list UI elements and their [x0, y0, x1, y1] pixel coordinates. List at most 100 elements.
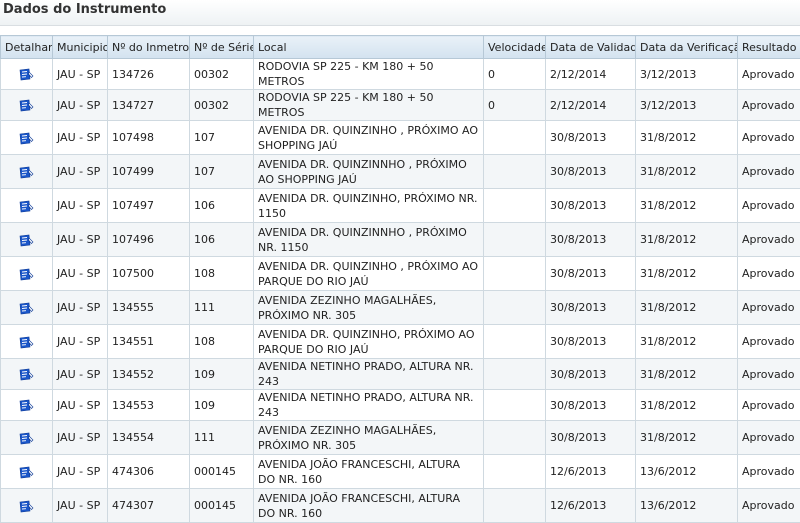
edit-document-icon[interactable] [19, 500, 34, 513]
inmetro-cell: 134727 [108, 90, 190, 121]
column-header-velocidade[interactable]: Velocidade [484, 36, 546, 59]
inmetro-cell: 134555 [108, 291, 190, 325]
resultado-cell: Aprovado [738, 421, 800, 455]
resultado-cell: Aprovado [738, 359, 800, 390]
validade-cell: 30/8/2013 [546, 155, 636, 189]
inmetro-cell: 134552 [108, 359, 190, 390]
serie-cell: 108 [190, 325, 254, 359]
edit-document-icon[interactable] [19, 68, 34, 81]
verificacao-cell: 31/8/2012 [636, 155, 738, 189]
column-header-local[interactable]: Local [254, 36, 484, 59]
validade-cell: 30/8/2013 [546, 121, 636, 155]
column-header-validade[interactable]: Data de Validade [546, 36, 636, 59]
local-cell: AVENIDA DR. QUINZINNHO , PRÓXIMO AO SHOP… [254, 155, 484, 189]
velocidade-cell [484, 291, 546, 325]
detail-cell [1, 421, 53, 455]
table-row: JAU - SP134554111AVENIDA ZEZINHO MAGALHÃ… [1, 421, 800, 455]
municipio-cell: JAU - SP [53, 257, 108, 291]
edit-document-icon[interactable] [19, 336, 34, 349]
inmetro-cell: 474307 [108, 489, 190, 523]
column-header-serie[interactable]: Nº de Série [190, 36, 254, 59]
municipio-cell: JAU - SP [53, 59, 108, 90]
edit-document-icon[interactable] [19, 432, 34, 445]
detail-cell [1, 455, 53, 489]
validade-cell: 2/12/2014 [546, 59, 636, 90]
detail-cell [1, 155, 53, 189]
table-row: JAU - SP134555111AVENIDA ZEZINHO MAGALHÃ… [1, 291, 800, 325]
validade-cell: 30/8/2013 [546, 257, 636, 291]
validade-cell: 12/6/2013 [546, 489, 636, 523]
detail-cell [1, 59, 53, 90]
column-header-detalhar[interactable]: Detalhar [1, 36, 53, 59]
municipio-cell: JAU - SP [53, 291, 108, 325]
edit-document-icon[interactable] [19, 132, 34, 145]
validade-cell: 30/8/2013 [546, 421, 636, 455]
detail-cell [1, 90, 53, 121]
municipio-cell: JAU - SP [53, 390, 108, 421]
verificacao-cell: 13/6/2012 [636, 489, 738, 523]
validade-cell: 30/8/2013 [546, 325, 636, 359]
local-cell: AVENIDA DR. QUINZINHO , PRÓXIMO AO PARQU… [254, 257, 484, 291]
validade-cell: 12/6/2013 [546, 455, 636, 489]
edit-document-icon[interactable] [19, 234, 34, 247]
serie-cell: 111 [190, 291, 254, 325]
column-header-resultado[interactable]: Resultado [738, 36, 800, 59]
column-header-verificacao[interactable]: Data da Verificação [636, 36, 738, 59]
velocidade-cell: 0 [484, 59, 546, 90]
inmetro-cell: 107498 [108, 121, 190, 155]
table-row: JAU - SP107496106AVENIDA DR. QUINZINNHO … [1, 223, 800, 257]
velocidade-cell [484, 359, 546, 390]
resultado-cell: Aprovado [738, 90, 800, 121]
resultado-cell: Aprovado [738, 121, 800, 155]
edit-document-icon[interactable] [19, 200, 34, 213]
velocidade-cell [484, 390, 546, 421]
velocidade-cell [484, 325, 546, 359]
table-row: JAU - SP107499107AVENIDA DR. QUINZINNHO … [1, 155, 800, 189]
edit-document-icon[interactable] [19, 399, 34, 412]
edit-document-icon[interactable] [19, 99, 34, 112]
inmetro-cell: 134554 [108, 421, 190, 455]
velocidade-cell [484, 223, 546, 257]
velocidade-cell [484, 189, 546, 223]
verificacao-cell: 31/8/2012 [636, 223, 738, 257]
detail-cell [1, 359, 53, 390]
detail-cell [1, 489, 53, 523]
table-row: JAU - SP107498107AVENIDA DR. QUINZINHO ,… [1, 121, 800, 155]
serie-cell: 108 [190, 257, 254, 291]
validade-cell: 2/12/2014 [546, 90, 636, 121]
municipio-cell: JAU - SP [53, 359, 108, 390]
instrument-table: Detalhar Municipio Nº do Inmetro Nº de S… [0, 35, 800, 523]
local-cell: AVENIDA DR. QUINZINNHO , PRÓXIMO NR. 115… [254, 223, 484, 257]
verificacao-cell: 31/8/2012 [636, 390, 738, 421]
validade-cell: 30/8/2013 [546, 359, 636, 390]
serie-cell: 106 [190, 189, 254, 223]
edit-document-icon[interactable] [19, 166, 34, 179]
detail-cell [1, 223, 53, 257]
local-cell: AVENIDA ZEZINHO MAGALHÃES, PRÓXIMO NR. 3… [254, 291, 484, 325]
detail-cell [1, 390, 53, 421]
inmetro-cell: 107496 [108, 223, 190, 257]
velocidade-cell [484, 155, 546, 189]
municipio-cell: JAU - SP [53, 325, 108, 359]
verificacao-cell: 31/8/2012 [636, 291, 738, 325]
column-header-municipio[interactable]: Municipio [53, 36, 108, 59]
table-row: JAU - SP474307000145AVENIDA JOÃO FRANCES… [1, 489, 800, 523]
resultado-cell: Aprovado [738, 489, 800, 523]
edit-document-icon[interactable] [19, 302, 34, 315]
local-cell: AVENIDA NETINHO PRADO, ALTURA NR. 243 [254, 359, 484, 390]
edit-document-icon[interactable] [19, 268, 34, 281]
verificacao-cell: 31/8/2012 [636, 325, 738, 359]
validade-cell: 30/8/2013 [546, 390, 636, 421]
verificacao-cell: 31/8/2012 [636, 121, 738, 155]
local-cell: AVENIDA JOÃO FRANCESCHI, ALTURA DO NR. 1… [254, 455, 484, 489]
edit-document-icon[interactable] [19, 466, 34, 479]
column-header-inmetro[interactable]: Nº do Inmetro [108, 36, 190, 59]
resultado-cell: Aprovado [738, 155, 800, 189]
local-cell: AVENIDA NETINHO PRADO, ALTURA NR. 243 [254, 390, 484, 421]
inmetro-cell: 107499 [108, 155, 190, 189]
municipio-cell: JAU - SP [53, 223, 108, 257]
edit-document-icon[interactable] [19, 368, 34, 381]
validade-cell: 30/8/2013 [546, 291, 636, 325]
velocidade-cell: 0 [484, 90, 546, 121]
serie-cell: 107 [190, 121, 254, 155]
